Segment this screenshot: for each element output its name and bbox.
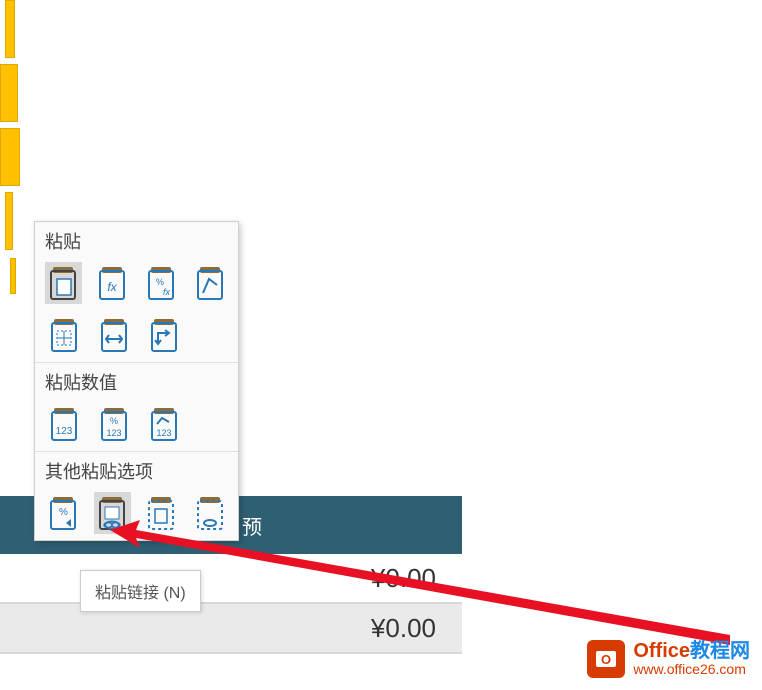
paste-picture-icon[interactable] — [143, 492, 180, 534]
paste-transpose-icon[interactable] — [145, 314, 183, 356]
section-title-other: 其他粘贴选项 — [35, 452, 238, 488]
svg-text:123: 123 — [106, 428, 121, 438]
paste-keep-column-width-icon[interactable] — [95, 314, 133, 356]
cell-value: ¥0.00 — [371, 563, 436, 594]
watermark-badge: O — [587, 640, 625, 678]
table-row: ¥0.00 — [0, 604, 462, 654]
paste-options-panel: 粘贴 fx %fx 粘贴数值 123 %123 — [34, 221, 239, 541]
header-label: 预 — [242, 511, 262, 540]
paste-formulas-formatting-icon[interactable]: %fx — [143, 262, 180, 304]
svg-text:123: 123 — [56, 426, 73, 437]
paste-formatting-icon[interactable]: % — [45, 492, 82, 534]
paste-icon[interactable] — [45, 262, 82, 304]
paste-values-icon[interactable]: 123 — [45, 403, 83, 445]
table-row: ¥0.00 — [0, 554, 462, 604]
paste-keep-source-icon[interactable] — [191, 262, 228, 304]
watermark-title: Office教程网 — [633, 640, 750, 662]
svg-text:fx: fx — [163, 287, 171, 297]
watermark-url: www.office26.com — [633, 662, 750, 677]
cell-value: ¥0.00 — [371, 613, 436, 644]
paste-no-borders-icon[interactable] — [45, 314, 83, 356]
svg-text:123: 123 — [156, 428, 171, 438]
watermark: O Office教程网 www.office26.com — [587, 640, 750, 678]
svg-text:O: O — [601, 652, 611, 667]
paste-link-icon[interactable] — [94, 492, 131, 534]
svg-text:%: % — [110, 416, 118, 426]
section-title-values: 粘贴数值 — [35, 363, 238, 399]
paste-formulas-icon[interactable]: fx — [94, 262, 131, 304]
paste-linked-picture-icon[interactable] — [191, 492, 228, 534]
paste-values-number-format-icon[interactable]: % 123 — [95, 403, 133, 445]
tooltip-text: 粘贴链接 (N) — [95, 585, 186, 602]
paste-values-source-format-icon[interactable]: 123 — [145, 403, 183, 445]
section-title-paste: 粘贴 — [35, 222, 238, 258]
svg-text:%: % — [59, 507, 68, 518]
tooltip-paste-link: 粘贴链接 (N) — [80, 570, 201, 612]
svg-text:fx: fx — [107, 280, 117, 294]
svg-text:%: % — [156, 277, 164, 287]
